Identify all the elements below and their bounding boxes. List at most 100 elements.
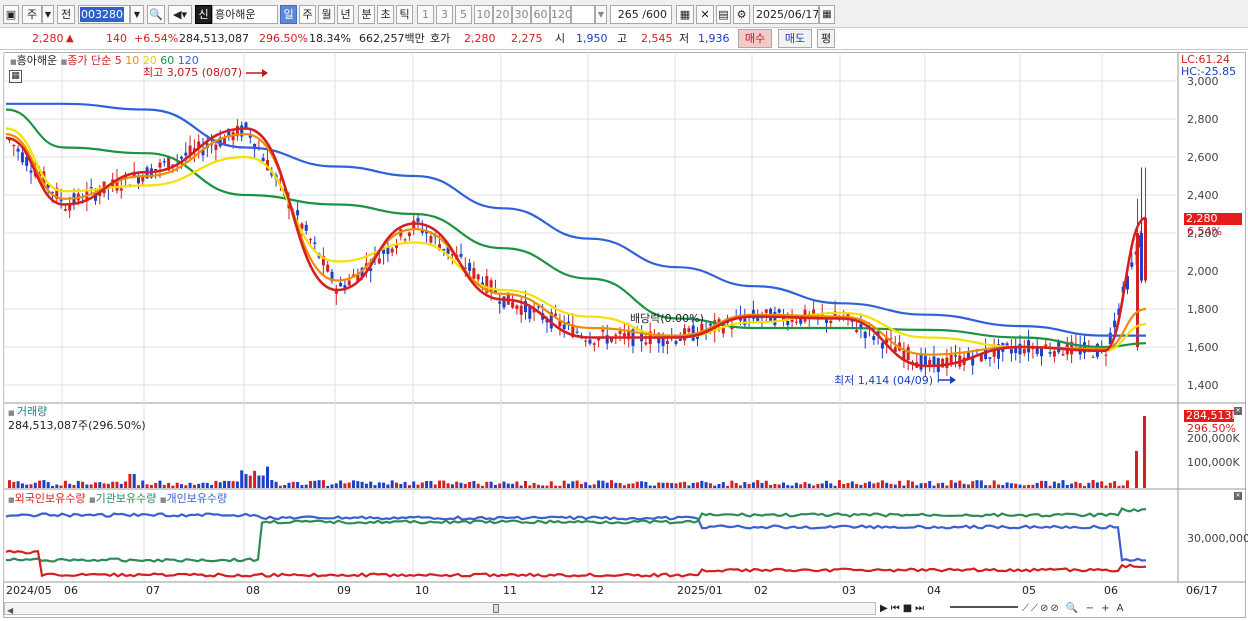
volume-bar [167,482,171,488]
volume-bar [192,484,196,488]
volume-bar [283,484,287,488]
volume-bar [373,485,377,488]
volume-bar [364,483,368,488]
holding-close-icon[interactable]: ✕ [1234,492,1242,500]
volume-bar [648,485,652,488]
candle-body [674,341,678,344]
x-tick-label: 06/17 [1186,584,1218,597]
dividend-annotation: 배당락(0.00%) [630,312,704,325]
candle-body [244,122,248,128]
volume-bar [158,480,162,488]
candle-body [416,218,420,222]
volume-bar [941,482,945,488]
playback-controls[interactable]: ▶⏮■⏭ [880,602,927,615]
volume-bar [588,485,592,488]
y-tick-label: 1,800 [1187,303,1219,316]
holding-lines [5,507,1147,578]
x-tick-label: 03 [842,584,856,597]
volume-bar [175,482,179,488]
y-tick-label: 2,800 [1187,113,1219,126]
volume-bar [1117,485,1121,488]
volume-bar [945,485,949,488]
low-annotation: 최저 1,414 (04/09) [834,374,934,387]
volume-bar [1095,482,1099,488]
volume-bar [493,485,497,488]
volume-bar [218,482,222,488]
volume-bar [106,483,110,488]
horizontal-scrollbar[interactable]: ◀ [4,602,876,615]
volume-bar [81,481,85,488]
volume-bar [928,480,932,488]
volume-bar [347,482,351,488]
volume-bar [119,483,123,488]
volume-bar [463,484,467,488]
x-tick-label: 06 [64,584,78,597]
volume-bar [16,481,20,488]
volume-bar [653,485,656,488]
volume-bar [833,485,837,488]
volume-bar [949,480,953,488]
tool-icons[interactable]: ⟋⟋⊘⊘ 🔍 − + A [1022,602,1126,615]
volume-bar [296,481,300,488]
zoom-slider[interactable] [950,606,1018,618]
candle-body [339,282,343,287]
scroll-thumb[interactable] [493,604,499,613]
candle-body [644,342,648,345]
volume-bar [597,480,601,488]
volume-bar [988,485,992,488]
candle-body [863,331,867,339]
candle-body [472,268,476,279]
candle-body [601,329,605,332]
volume-bar [197,483,201,488]
volume-bar [154,483,158,488]
volume-bar [472,480,476,488]
y-tick-label: 2,200 [1187,227,1219,240]
volume-bar [253,470,257,488]
candle-body [721,328,725,334]
candle-body [708,323,712,326]
volume-bar [670,483,674,488]
volume-bar [872,483,876,488]
volume-bar [932,485,936,488]
y-tick-label: 2,000 [1187,265,1219,278]
volume-bar [162,484,166,488]
volume-bar [803,482,807,488]
volume-bar [270,480,274,488]
volume-bar [614,482,618,488]
volume-y-tick: 200,000K [1187,432,1240,445]
candle-body [1018,343,1022,355]
volume-bar [498,483,502,488]
volume-bar [489,481,493,488]
high-annotation: 최고 3,075 (08/07) [143,66,243,79]
volume-bar [519,485,523,488]
volume-bar [506,483,510,488]
volume-bar [558,485,562,488]
volume-bar [1100,481,1104,488]
volume-bar [416,484,420,488]
volume-bar [627,483,631,488]
volume-bar [889,483,893,488]
volume-bar [89,484,93,488]
volume-bar [1052,481,1056,488]
y-tick-label: 3,000 [1187,75,1219,88]
volume-bar [1091,480,1095,488]
table-icon[interactable]: ▦ [9,70,22,83]
volume-bar [567,483,570,488]
volume-bar [622,485,626,488]
volume-bar [769,484,773,488]
volume-close-icon[interactable]: ✕ [1234,407,1242,415]
candle-body [468,263,472,271]
volume-bar [412,481,416,488]
volume-bar [235,481,239,488]
volume-bar [1005,482,1009,488]
volume-bar [180,484,183,488]
candle-body [528,307,532,319]
volume-bar [317,480,321,488]
volume-bar [842,483,846,488]
volume-bar [1009,483,1013,488]
volume-bar [923,483,927,488]
volume-bar [25,484,29,488]
scroll-left-icon[interactable]: ◀ [7,604,13,617]
high-arrow-head [262,69,268,77]
volume-bar [657,482,661,488]
